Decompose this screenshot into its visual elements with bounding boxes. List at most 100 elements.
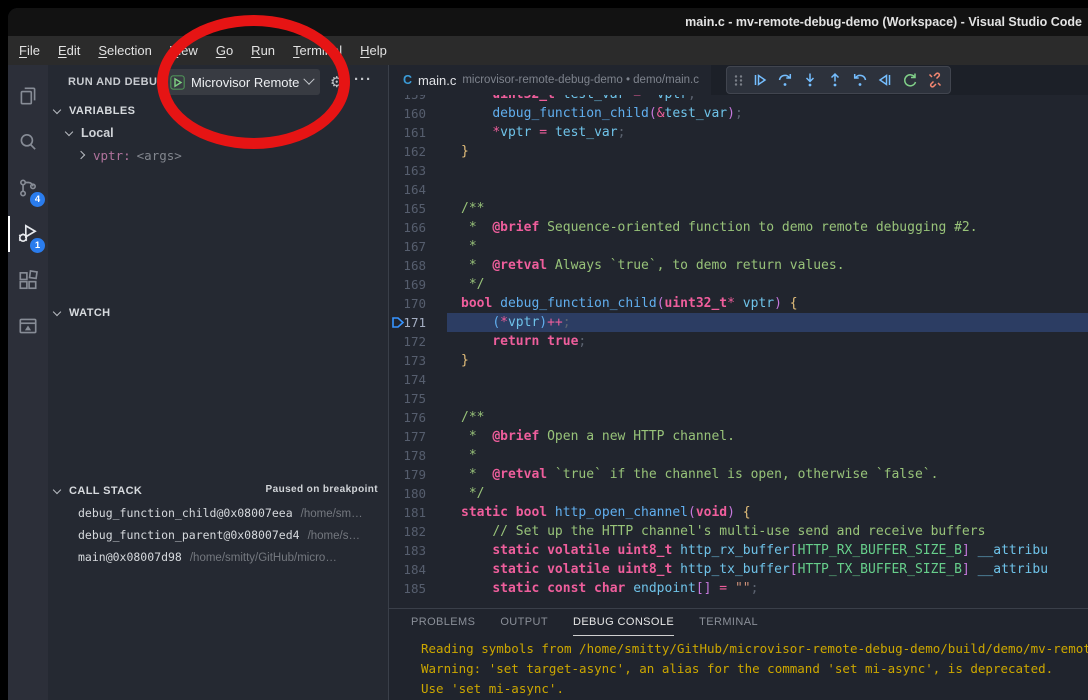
start-debug-icon — [170, 75, 185, 90]
panel-tab-terminal[interactable]: TERMINAL — [699, 609, 758, 636]
line-source: uint32_t test_var = *vptr; — [461, 95, 1088, 104]
code-line-167[interactable]: 167 * — [389, 237, 1088, 256]
step-into-button[interactable] — [801, 71, 819, 89]
code-line-168[interactable]: 168 * @retval Always `true`, to demo ret… — [389, 256, 1088, 275]
code-line-171[interactable]: 171 (*vptr)++; — [389, 313, 1088, 332]
panel-tab-debug-console[interactable]: DEBUG CONSOLE — [573, 609, 674, 636]
panel-tab-output[interactable]: OUTPUT — [500, 609, 548, 636]
callstack-frame[interactable]: debug_function_child@0x08007eea/home/sm… — [48, 502, 388, 524]
code-line-160[interactable]: 160 debug_function_child(&test_var); — [389, 104, 1088, 123]
code-line-175[interactable]: 175 — [389, 389, 1088, 408]
activitybar-run-and-debug[interactable]: 1 — [8, 211, 48, 257]
line-source: * — [461, 237, 1088, 256]
line-source: * — [461, 446, 1088, 465]
code-line-184[interactable]: 184 static volatile uint8_t http_tx_buff… — [389, 560, 1088, 579]
microvisor-panel-icon — [17, 315, 39, 337]
variables-title: VARIABLES — [69, 105, 135, 117]
line-number: 178 — [389, 446, 426, 465]
code-editor[interactable]: 159 uint32_t test_var = *vptr;160 debug_… — [389, 95, 1088, 608]
tab-main-c[interactable]: C main.c microvisor-remote-debug-demo • … — [389, 65, 711, 95]
code-line-183[interactable]: 183 static volatile uint8_t http_rx_buff… — [389, 541, 1088, 560]
callstack-frame[interactable]: debug_function_parent@0x08007ed4/home/s… — [48, 524, 388, 546]
line-number: 167 — [389, 237, 426, 256]
code-line-179[interactable]: 179 * @retval `true` if the channel is o… — [389, 465, 1088, 484]
callstack-frame[interactable]: main@0x08007d98/home/smitty/GitHub/micro… — [48, 546, 388, 568]
menu-view[interactable]: View — [161, 36, 207, 65]
activitybar-explorer[interactable] — [8, 73, 48, 119]
restart-button[interactable] — [901, 71, 919, 89]
watch-title: WATCH — [69, 307, 111, 319]
code-line-174[interactable]: 174 — [389, 370, 1088, 389]
toolbar-drag-handle[interactable] — [733, 73, 744, 88]
menu-run[interactable]: Run — [242, 36, 284, 65]
menu-selection[interactable]: Selection — [89, 36, 160, 65]
line-number: 159 — [389, 95, 426, 104]
code-line-159[interactable]: 159 uint32_t test_var = *vptr; — [389, 95, 1088, 104]
callstack-title: CALL STACK — [69, 485, 142, 497]
menu-terminal[interactable]: Terminal — [284, 36, 351, 65]
line-source: return true; — [461, 332, 1088, 351]
watch-section-header[interactable]: WATCH — [48, 302, 388, 324]
title-bar: main.c - mv-remote-debug-demo (Workspace… — [8, 8, 1088, 36]
step-over-button[interactable] — [776, 71, 794, 89]
menu-file[interactable]: File — [10, 36, 49, 65]
variables-scope-local[interactable]: Local — [48, 122, 388, 144]
line-source: * @brief Sequence-oriented function to d… — [461, 218, 1088, 237]
paused-status: Paused on breakpoint — [266, 484, 378, 495]
code-line-178[interactable]: 178 * — [389, 446, 1088, 465]
activitybar-source-control[interactable]: 4 — [8, 165, 48, 211]
variables-section-header[interactable]: VARIABLES — [48, 100, 388, 122]
line-number: 176 — [389, 408, 426, 427]
activitybar-microvisor-panel[interactable] — [8, 303, 48, 349]
line-source: * @retval `true` if the channel is open,… — [461, 465, 1088, 484]
step-back-button[interactable] — [876, 71, 894, 89]
code-line-169[interactable]: 169 */ — [389, 275, 1088, 294]
menu-edit[interactable]: Edit — [49, 36, 89, 65]
code-line-185[interactable]: 185 static const char endpoint[] = ""; — [389, 579, 1088, 598]
line-source: } — [461, 351, 1088, 370]
code-line-176[interactable]: 176/** — [389, 408, 1088, 427]
more-actions-icon[interactable]: ··· — [354, 71, 372, 88]
code-line-181[interactable]: 181static bool http_open_channel(void) { — [389, 503, 1088, 522]
code-line-173[interactable]: 173} — [389, 351, 1088, 370]
code-line-172[interactable]: 172 return true; — [389, 332, 1088, 351]
bottom-panel: PROBLEMS OUTPUT DEBUG CONSOLE TERMINAL Read… — [389, 608, 1088, 700]
panel-tab-problems[interactable]: PROBLEMS — [411, 609, 475, 636]
code-line-162[interactable]: 162} — [389, 142, 1088, 161]
launch-config-picker[interactable]: Microvisor Remote — [163, 69, 320, 95]
disconnect-button[interactable] — [926, 71, 944, 89]
menu-help[interactable]: Help — [351, 36, 396, 65]
code-line-170[interactable]: 170bool debug_function_child(uint32_t* v… — [389, 294, 1088, 313]
restart-icon — [902, 72, 918, 88]
console-line: Warning: 'set target-async', an alias fo… — [389, 659, 1088, 679]
activitybar-extensions[interactable] — [8, 257, 48, 303]
line-number: 171 — [389, 313, 426, 332]
callstack-section-header[interactable]: CALL STACK Paused on breakpoint — [48, 480, 388, 502]
line-source: (*vptr)++; — [461, 313, 1088, 332]
chevron-expanded-icon — [53, 307, 61, 315]
code-line-163[interactable]: 163 — [389, 161, 1088, 180]
code-line-177[interactable]: 177 * @brief Open a new HTTP channel. — [389, 427, 1088, 446]
launch-config-name: Microvisor Remote — [191, 75, 299, 90]
debug-console-output[interactable]: Reading symbols from /home/smitty/GitHub… — [389, 639, 1088, 700]
menu-go[interactable]: Go — [207, 36, 242, 65]
window-title: main.c - mv-remote-debug-demo (Workspace… — [685, 8, 1082, 36]
console-line: Reading symbols from /home/smitty/GitHub… — [389, 639, 1088, 659]
code-line-180[interactable]: 180 */ — [389, 484, 1088, 503]
line-number: 180 — [389, 484, 426, 503]
line-source: debug_function_child(&test_var); — [461, 104, 1088, 123]
code-line-182[interactable]: 182 // Set up the HTTP channel's multi-u… — [389, 522, 1088, 541]
variable-row-vptr[interactable]: vptr: <args> — [48, 144, 388, 166]
line-number: 172 — [389, 332, 426, 351]
activitybar-search[interactable] — [8, 119, 48, 165]
reverse-continue-button[interactable] — [851, 71, 869, 89]
step-out-button[interactable] — [826, 71, 844, 89]
chevron-expanded-icon — [65, 127, 73, 135]
code-line-166[interactable]: 166 * @brief Sequence-oriented function … — [389, 218, 1088, 237]
debug-badge: 1 — [30, 238, 45, 253]
continue-button[interactable] — [751, 71, 769, 89]
gear-icon[interactable]: ⚙ — [330, 73, 343, 91]
code-line-164[interactable]: 164 — [389, 180, 1088, 199]
code-line-165[interactable]: 165/** — [389, 199, 1088, 218]
code-line-161[interactable]: 161 *vptr = test_var; — [389, 123, 1088, 142]
